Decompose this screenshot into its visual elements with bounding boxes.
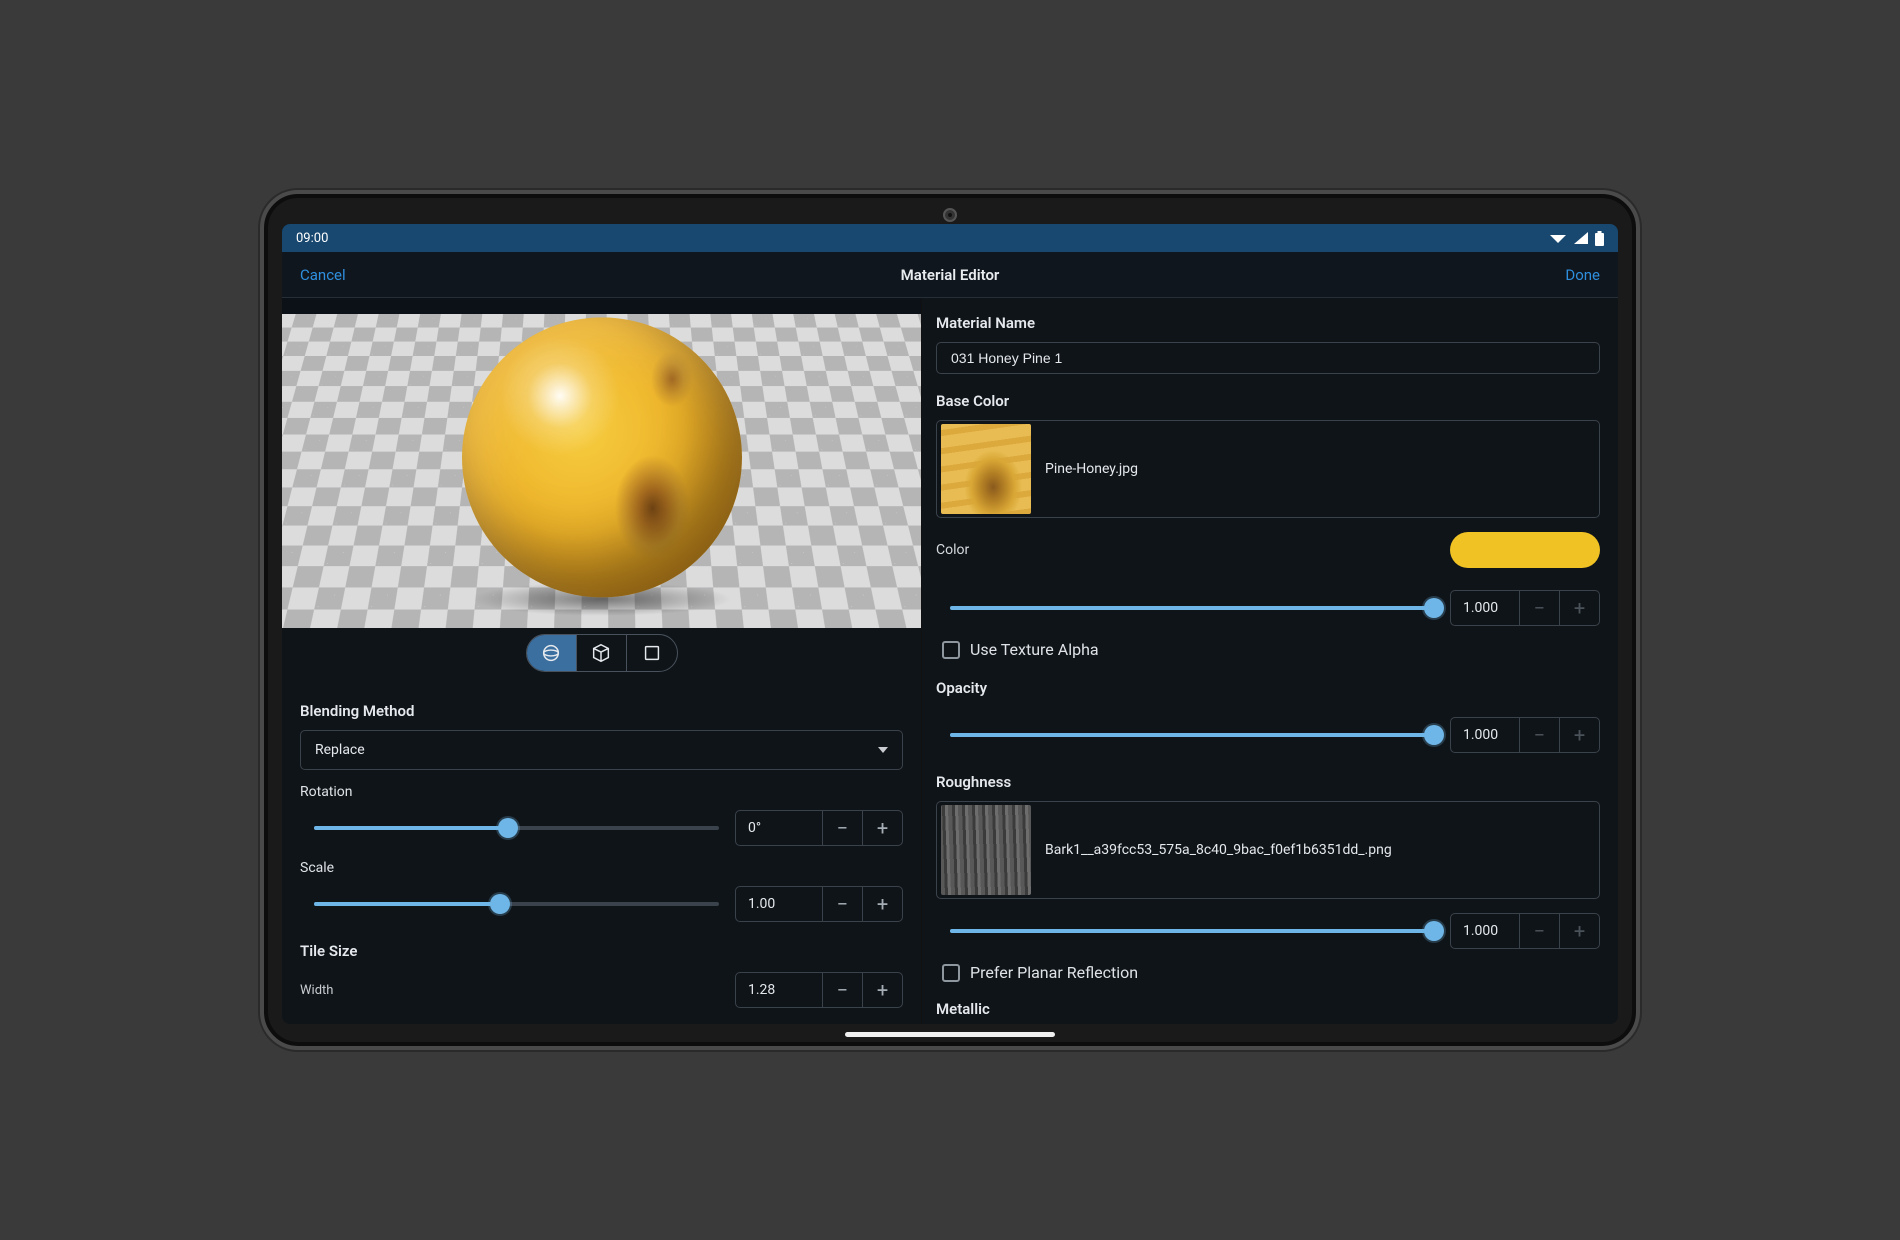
preview-shape-cube[interactable] [577, 635, 627, 671]
chevron-down-icon [878, 747, 888, 753]
color-mix-fill [950, 606, 1434, 610]
preview-shape-toggle [282, 628, 921, 678]
rotation-slider-fill [314, 826, 508, 830]
device-camera [943, 208, 957, 222]
prefer-planar-checkbox[interactable]: Prefer Planar Reflection [942, 963, 1600, 982]
right-column[interactable]: Material Name Base Color Pine-Honey.jpg … [922, 298, 1618, 1024]
preview-shape-plane[interactable] [627, 635, 677, 671]
signal-icon [1573, 231, 1589, 245]
material-name-input[interactable] [936, 342, 1600, 374]
roughness-fill [950, 929, 1434, 933]
color-mix-increment[interactable]: + [1559, 591, 1599, 625]
prefer-planar-label: Prefer Planar Reflection [970, 963, 1138, 982]
opacity-slider[interactable] [950, 723, 1434, 747]
left-column: Blending Method Replace Rotation [282, 298, 922, 1024]
checkbox-icon [942, 964, 960, 982]
color-swatch[interactable] [1450, 532, 1600, 568]
preview-sphere [462, 317, 742, 597]
base-color-texture-picker[interactable]: Pine-Honey.jpg [936, 420, 1600, 518]
material-preview[interactable] [282, 298, 921, 628]
preview-shape-sphere[interactable] [527, 635, 577, 671]
opacity-decrement[interactable]: − [1519, 718, 1559, 752]
home-indicator [845, 1032, 1055, 1037]
page-title: Material Editor [901, 266, 1000, 284]
color-mix-slider[interactable] [950, 596, 1434, 620]
left-scroll-area[interactable]: Blending Method Replace Rotation [282, 678, 921, 1024]
color-label: Color [936, 542, 969, 558]
screen: 09:00 Cancel Material Editor Done [282, 224, 1618, 1024]
color-mix-decrement[interactable]: − [1519, 591, 1559, 625]
content-split: Blending Method Replace Rotation [282, 298, 1618, 1024]
scale-slider[interactable] [314, 892, 719, 916]
scale-value: 1.00 [736, 896, 822, 912]
rotation-label: Rotation [300, 784, 903, 800]
opacity-increment[interactable]: + [1559, 718, 1599, 752]
opacity-fill [950, 733, 1434, 737]
color-mix-value: 1.000 [1451, 600, 1519, 616]
roughness-filename: Bark1__a39fcc53_575a_8c40_9bac_f0ef1b635… [1045, 842, 1392, 858]
blending-method-select[interactable]: Replace [300, 730, 903, 770]
roughness-value: 1.000 [1451, 923, 1519, 939]
base-color-filename: Pine-Honey.jpg [1045, 461, 1138, 477]
opacity-label: Opacity [936, 679, 1600, 697]
app-header: Cancel Material Editor Done [282, 252, 1618, 298]
cancel-button[interactable]: Cancel [300, 266, 346, 284]
rotation-decrement[interactable]: − [822, 811, 862, 845]
status-icons [1549, 231, 1604, 246]
status-time: 09:00 [296, 231, 328, 246]
roughness-thumb[interactable] [1424, 921, 1444, 941]
roughness-decrement[interactable]: − [1519, 914, 1559, 948]
metallic-label: Metallic [936, 1000, 1600, 1018]
use-texture-alpha-checkbox[interactable]: Use Texture Alpha [942, 640, 1600, 659]
base-color-thumbnail [941, 424, 1031, 514]
use-texture-alpha-label: Use Texture Alpha [970, 640, 1099, 659]
tablet-device-frame: 09:00 Cancel Material Editor Done [260, 190, 1640, 1050]
blending-method-label: Blending Method [300, 702, 903, 720]
tile-width-increment[interactable]: + [862, 973, 902, 1007]
scale-increment[interactable]: + [862, 887, 902, 921]
roughness-slider[interactable] [950, 919, 1434, 943]
opacity-thumb[interactable] [1424, 725, 1444, 745]
plane-icon [641, 642, 663, 664]
blending-method-value: Replace [315, 742, 365, 758]
cube-icon [590, 642, 612, 664]
tile-width-decrement[interactable]: − [822, 973, 862, 1007]
roughness-label: Roughness [936, 773, 1600, 791]
scale-label: Scale [300, 860, 903, 876]
rotation-slider[interactable] [314, 816, 719, 840]
battery-icon [1595, 231, 1604, 246]
status-bar: 09:00 [282, 224, 1618, 252]
checkbox-icon [942, 641, 960, 659]
scale-slider-fill [314, 902, 500, 906]
sphere-icon [540, 642, 562, 664]
base-color-label: Base Color [936, 392, 1600, 410]
done-button[interactable]: Done [1565, 266, 1600, 284]
tile-width-label: Width [300, 983, 333, 998]
wifi-icon [1549, 231, 1567, 245]
tile-width-value: 1.28 [736, 982, 822, 998]
opacity-value: 1.000 [1451, 727, 1519, 743]
tile-size-label: Tile Size [300, 942, 903, 960]
scale-decrement[interactable]: − [822, 887, 862, 921]
roughness-texture-picker[interactable]: Bark1__a39fcc53_575a_8c40_9bac_f0ef1b635… [936, 801, 1600, 899]
material-name-label: Material Name [936, 314, 1600, 332]
rotation-increment[interactable]: + [862, 811, 902, 845]
roughness-increment[interactable]: + [1559, 914, 1599, 948]
rotation-value: 0° [736, 820, 822, 836]
scale-slider-thumb[interactable] [490, 894, 510, 914]
color-mix-thumb[interactable] [1424, 598, 1444, 618]
roughness-thumbnail [941, 805, 1031, 895]
rotation-slider-thumb[interactable] [498, 818, 518, 838]
